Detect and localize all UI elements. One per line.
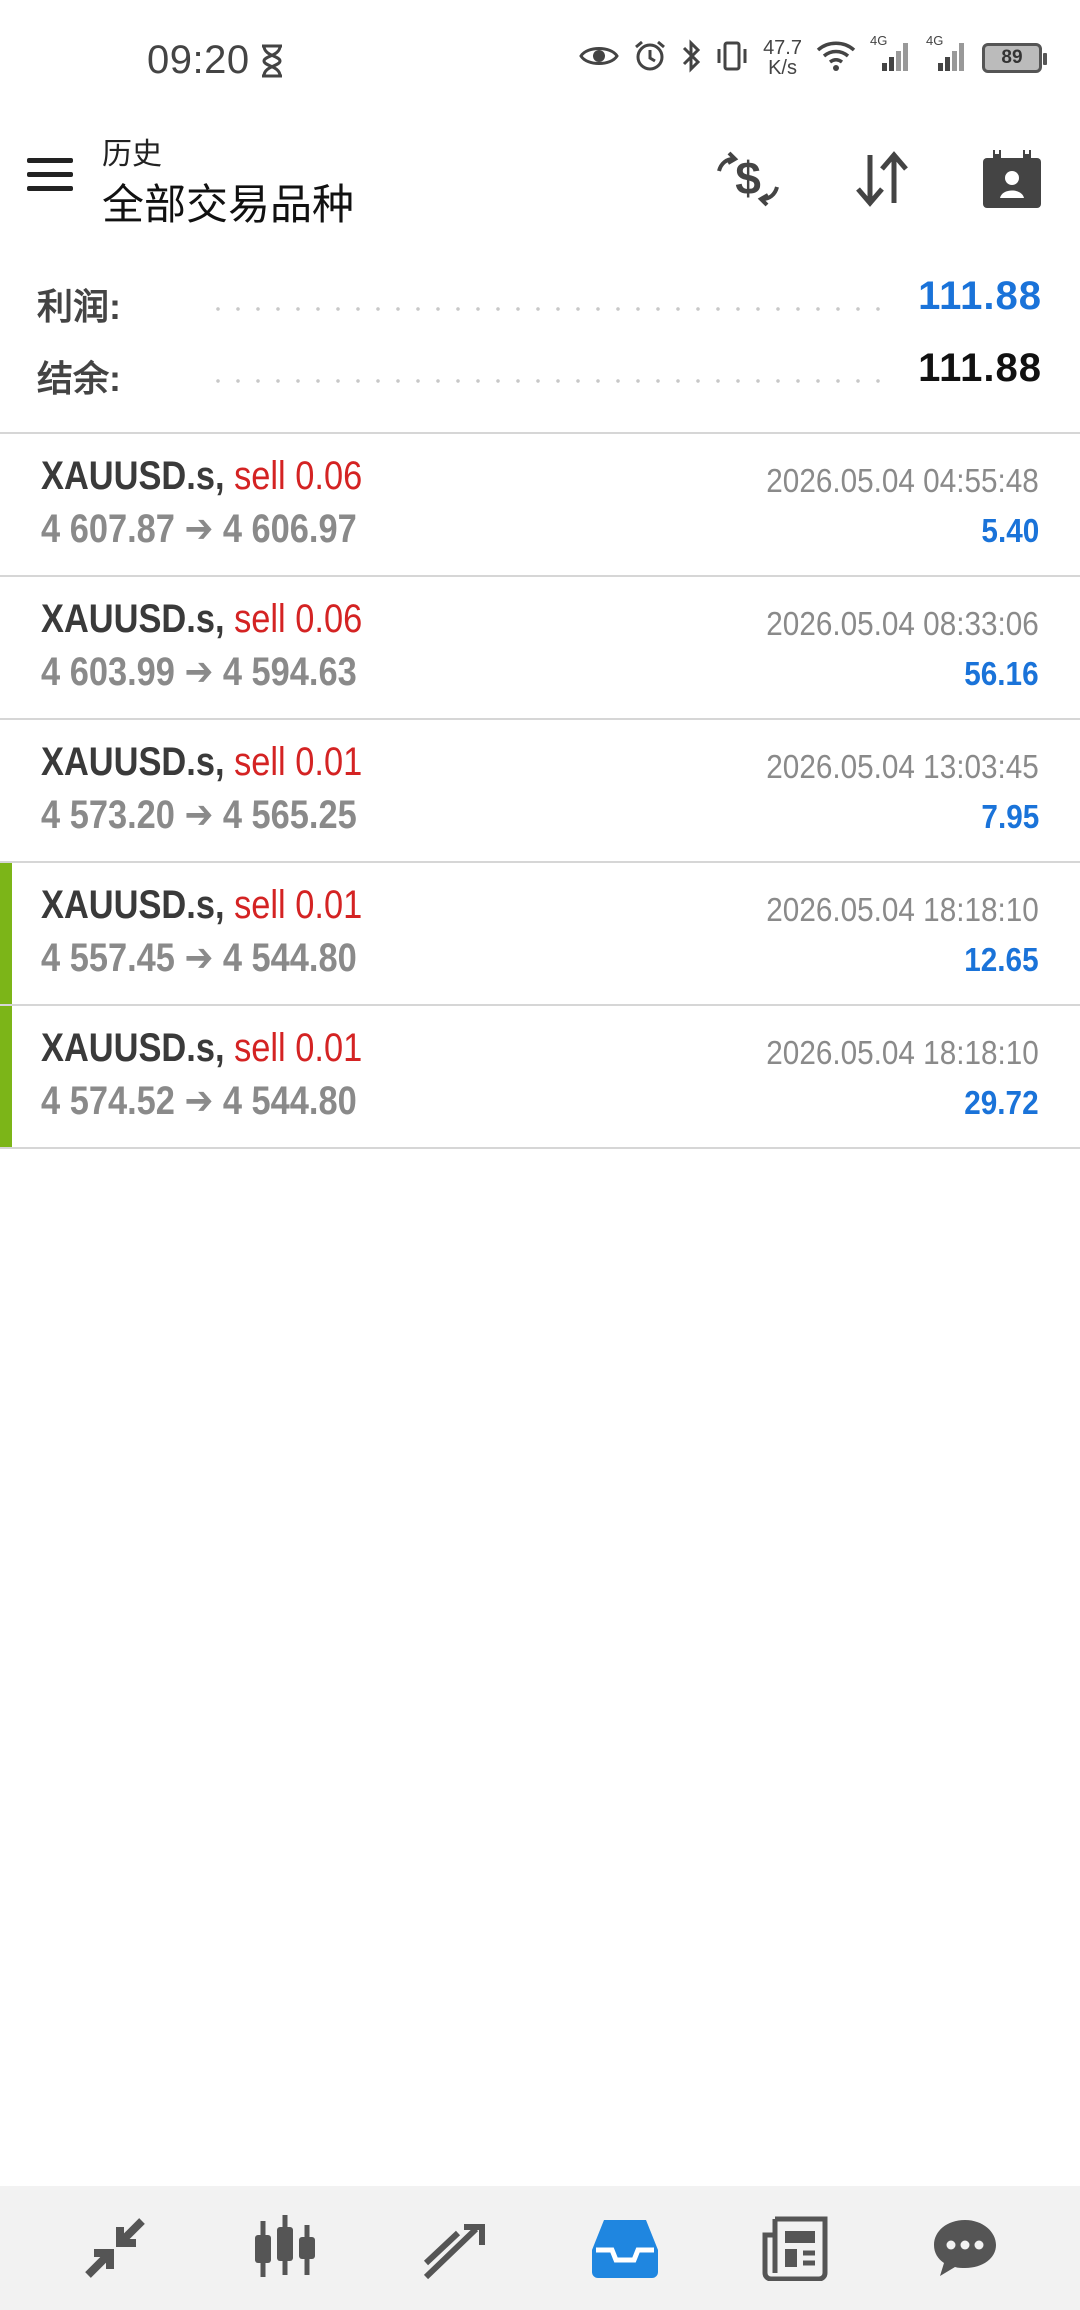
nav-trade[interactable] — [405, 2198, 505, 2298]
bluetooth-icon — [681, 38, 701, 78]
deal-time: 2026.05.04 18:18:10 — [766, 891, 1039, 928]
symbol-text: XAUUSD.s, — [41, 740, 225, 784]
net-speed-value: 47.7 — [763, 37, 802, 59]
balance-row: 结余: 111.88 — [0, 342, 1080, 414]
deal-symbol: XAUUSD.s, sell 0.01 — [41, 1026, 362, 1071]
deal-row[interactable]: XAUUSD.s, sell 0.01 4 573.20 ➔ 4 565.25 … — [0, 720, 1080, 863]
battery-icon: 89 — [982, 43, 1047, 73]
nav-quotes[interactable] — [65, 2198, 165, 2298]
signal-label-2: 4G — [926, 32, 944, 48]
deal-side: sell 0.01 — [234, 1026, 363, 1070]
history-inbox-icon — [592, 2220, 658, 2278]
deal-time: 2026.05.04 08:33:06 — [766, 605, 1039, 642]
nav-news[interactable] — [745, 2198, 845, 2298]
menu-icon[interactable] — [27, 158, 73, 194]
deal-symbol: XAUUSD.s, sell 0.01 — [41, 883, 362, 928]
deal-profit: 12.65 — [964, 941, 1039, 978]
news-icon — [762, 2216, 828, 2281]
symbol-text: XAUUSD.s, — [41, 1026, 225, 1070]
eye-icon — [579, 42, 619, 75]
signal-label: 4G — [870, 32, 888, 48]
deal-profit: 5.40 — [981, 512, 1039, 549]
period-calendar-button[interactable] — [976, 143, 1048, 215]
sort-arrows-icon — [856, 151, 908, 207]
symbol-text: XAUUSD.s, — [41, 454, 225, 498]
status-bar: 09:20 47.7 K/s 4G 4G 89 — [0, 0, 1080, 120]
deal-side: sell 0.06 — [234, 597, 363, 641]
bottom-nav — [0, 2186, 1080, 2310]
net-speed-unit: K/s — [768, 57, 797, 79]
deal-profit: 7.95 — [981, 798, 1039, 835]
sort-button[interactable] — [846, 143, 918, 215]
symbol-text: XAUUSD.s, — [41, 597, 225, 641]
summary-panel: 利润: 111.88 结余: 111.88 — [0, 270, 1080, 414]
status-time: 09:20 — [147, 38, 250, 82]
deal-side: sell 0.01 — [234, 740, 363, 784]
balance-value: 111.88 — [918, 346, 1042, 390]
header-subtitle: 历史 — [102, 138, 162, 171]
symbol-text: XAUUSD.s, — [41, 883, 225, 927]
deal-time: 2026.05.04 04:55:48 — [766, 462, 1039, 499]
deal-time: 2026.05.04 13:03:45 — [766, 748, 1039, 785]
quotes-icon — [85, 2218, 145, 2278]
trade-icon — [423, 2224, 485, 2280]
deal-list: XAUUSD.s, sell 0.06 4 607.87 ➔ 4 606.97 … — [0, 434, 1080, 1149]
deal-symbol: XAUUSD.s, sell 0.06 — [41, 454, 362, 499]
vibrate-icon — [715, 39, 749, 78]
alarm-icon — [633, 39, 667, 78]
dotted-leader — [208, 307, 880, 311]
dollar-exchange-icon: $ — [717, 151, 779, 207]
dotted-leader — [208, 379, 880, 383]
net-speed: 47.7 K/s — [763, 38, 802, 78]
deal-profit: 56.16 — [964, 655, 1039, 692]
chat-icon — [934, 2220, 996, 2276]
svg-text:$: $ — [735, 152, 761, 204]
balance-operations-button[interactable]: $ — [712, 143, 784, 215]
hourglass-icon — [260, 44, 284, 83]
signal-icon-2: 4G — [926, 33, 968, 78]
battery-level: 89 — [1001, 47, 1023, 68]
balance-label: 结余: — [37, 358, 121, 399]
deal-time: 2026.05.04 18:18:10 — [766, 1034, 1039, 1071]
header-title[interactable]: 全部交易品种 — [102, 171, 354, 232]
deal-row[interactable]: XAUUSD.s, sell 0.06 4 603.99 ➔ 4 594.63 … — [0, 577, 1080, 720]
deal-prices: 4 603.99 ➔ 4 594.63 — [41, 650, 357, 694]
profit-label: 利润: — [37, 286, 121, 327]
deal-prices: 4 573.20 ➔ 4 565.25 — [41, 793, 357, 837]
deal-row[interactable]: XAUUSD.s, sell 0.06 4 607.87 ➔ 4 606.97 … — [0, 434, 1080, 577]
deal-symbol: XAUUSD.s, sell 0.01 — [41, 740, 362, 785]
deal-row[interactable]: XAUUSD.s, sell 0.01 4 574.52 ➔ 4 544.80 … — [0, 1006, 1080, 1149]
deal-row[interactable]: XAUUSD.s, sell 0.01 4 557.45 ➔ 4 544.80 … — [0, 863, 1080, 1006]
status-icons: 47.7 K/s 4G 4G 89 — [579, 33, 1047, 78]
deal-side: sell 0.01 — [234, 883, 363, 927]
deal-prices: 4 607.87 ➔ 4 606.97 — [41, 507, 357, 551]
calendar-user-icon — [983, 148, 1041, 208]
wifi-icon — [816, 40, 856, 77]
signal-icon: 4G — [870, 33, 912, 78]
app-header: 历史 全部交易品种 $ — [0, 125, 1080, 235]
profit-row: 利润: 111.88 — [0, 270, 1080, 342]
chart-candles-icon — [255, 2215, 315, 2277]
deal-prices: 4 557.45 ➔ 4 544.80 — [41, 936, 357, 980]
nav-chart[interactable] — [235, 2198, 335, 2298]
nav-chat[interactable] — [915, 2198, 1015, 2298]
deal-symbol: XAUUSD.s, sell 0.06 — [41, 597, 362, 642]
deal-side: sell 0.06 — [234, 454, 363, 498]
nav-history[interactable] — [575, 2198, 675, 2298]
profit-value: 111.88 — [918, 274, 1042, 318]
deal-prices: 4 574.52 ➔ 4 544.80 — [41, 1079, 357, 1123]
deal-profit: 29.72 — [964, 1084, 1039, 1121]
